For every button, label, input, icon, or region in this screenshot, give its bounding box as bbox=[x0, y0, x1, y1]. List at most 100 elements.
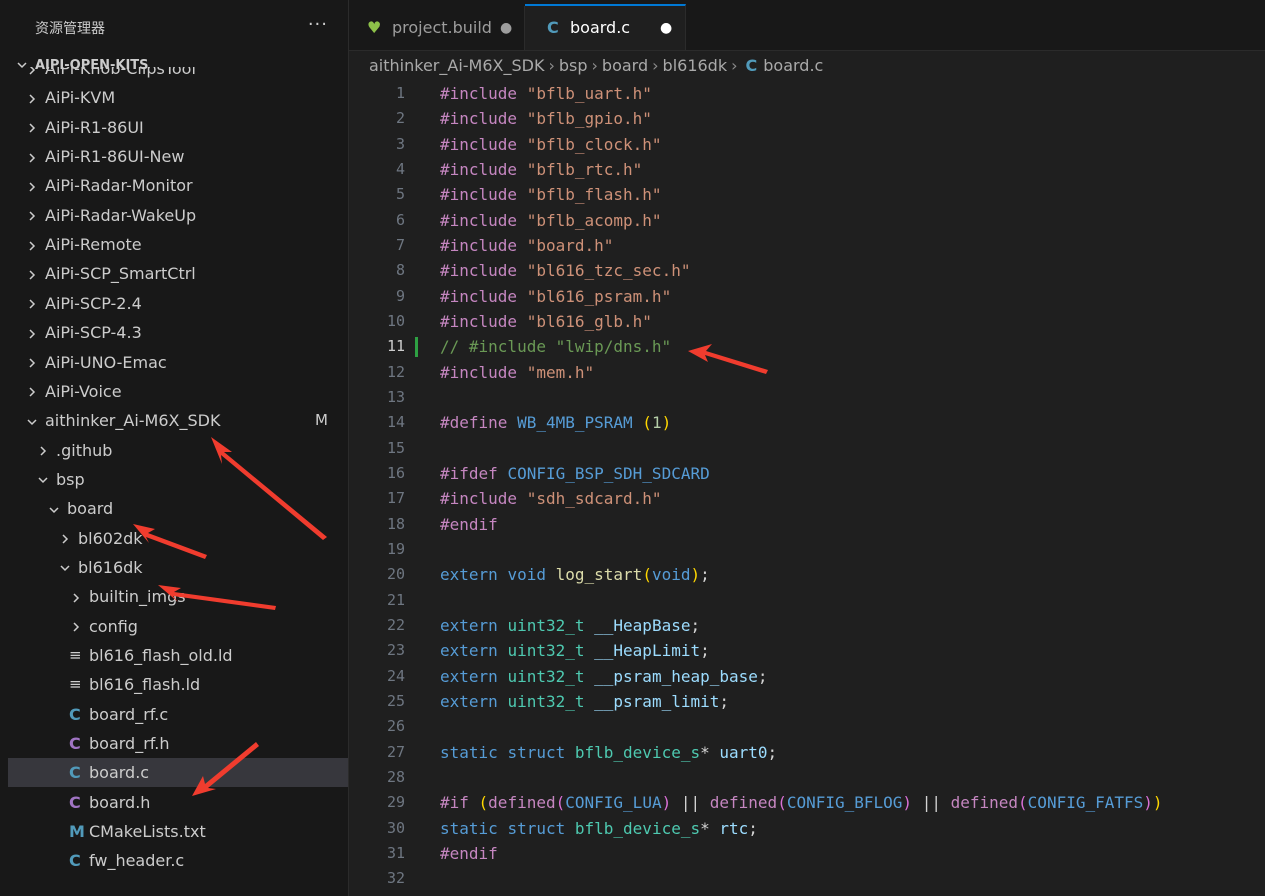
tree-item[interactable]: AiPi-UNO-Emac bbox=[8, 348, 348, 377]
breadcrumb-item[interactable]: bl616dk bbox=[663, 51, 728, 81]
breadcrumb-item[interactable]: bsp bbox=[559, 51, 588, 81]
code-line[interactable]: 21 bbox=[349, 588, 1265, 613]
chevron-right-icon[interactable] bbox=[26, 67, 38, 83]
tree-item[interactable]: AiPi-R1-86UI-New bbox=[8, 142, 348, 171]
code-line[interactable]: 1 #include "bflb_uart.h" bbox=[349, 81, 1265, 106]
chevron-down-icon[interactable] bbox=[26, 406, 38, 435]
tree-item[interactable]: AiPi-KVM bbox=[8, 83, 348, 112]
tree-item[interactable]: Cboard.c bbox=[8, 758, 348, 788]
tree-item[interactable]: bl616dk bbox=[8, 553, 348, 582]
tree-item[interactable]: AiPi-Voice bbox=[8, 377, 348, 406]
tree-item[interactable]: Cboard_rf.c bbox=[8, 700, 348, 729]
code-line[interactable]: 32 bbox=[349, 866, 1265, 891]
tree-item[interactable]: board bbox=[8, 494, 348, 523]
unsaved-dot-icon[interactable]: ● bbox=[500, 6, 512, 50]
chevron-right-icon[interactable] bbox=[26, 318, 38, 347]
tree-item-label: AiPi-KVM bbox=[45, 88, 116, 108]
code-line[interactable]: 29 #if (defined(CONFIG_LUA) || defined(CO… bbox=[349, 790, 1265, 815]
code-line[interactable]: 16 #ifdef CONFIG_BSP_SDH_SDCARD bbox=[349, 461, 1265, 486]
code-line[interactable]: 20 extern void log_start(void); bbox=[349, 562, 1265, 587]
chevron-right-icon[interactable] bbox=[26, 289, 38, 318]
chevron-right-icon[interactable] bbox=[59, 524, 71, 553]
code-line[interactable]: 26 bbox=[349, 714, 1265, 739]
chevron-down-icon[interactable] bbox=[59, 553, 71, 582]
line-number: 5 bbox=[395, 185, 405, 204]
code-line[interactable]: 4 #include "bflb_rtc.h" bbox=[349, 157, 1265, 182]
code-line[interactable]: 2 #include "bflb_gpio.h" bbox=[349, 106, 1265, 131]
tree-item[interactable]: .github bbox=[8, 436, 348, 465]
tree-item[interactable]: AiPi-R1-86UI bbox=[8, 113, 348, 142]
code-line[interactable]: 22 extern uint32_t __HeapBase; bbox=[349, 613, 1265, 638]
chevron-right-icon[interactable] bbox=[26, 201, 38, 230]
chevron-right-icon[interactable] bbox=[26, 171, 38, 200]
code-token: #endif bbox=[440, 514, 498, 534]
tree-item[interactable]: M CMakeLists.txt bbox=[8, 817, 348, 846]
chevron-right-icon[interactable] bbox=[26, 230, 38, 259]
tree-item[interactable]: aithinker_Ai-M6X_SDK M bbox=[8, 406, 348, 435]
chevron-right-icon[interactable] bbox=[26, 259, 38, 288]
code-line[interactable]: 5 #include "bflb_flash.h" bbox=[349, 182, 1265, 207]
tree-item[interactable]: builtin_imgs bbox=[8, 582, 348, 611]
code-line[interactable]: 13 bbox=[349, 385, 1265, 410]
chevron-right-icon[interactable] bbox=[26, 83, 38, 112]
code-line[interactable]: 30 static struct bflb_device_s* rtc; bbox=[349, 816, 1265, 841]
code-text: // #include "lwip/dns.h" bbox=[440, 334, 671, 359]
code-line[interactable]: 12 #include "mem.h" bbox=[349, 360, 1265, 385]
code-line[interactable]: 14 #define WB_4MB_PSRAM (1) bbox=[349, 410, 1265, 435]
code-line[interactable]: 18 #endif bbox=[349, 512, 1265, 537]
code-token: defined bbox=[950, 793, 1019, 813]
line-number: 7 bbox=[395, 235, 405, 254]
code-token: static bbox=[440, 818, 508, 838]
tree-item[interactable]: bl602dk bbox=[8, 524, 348, 553]
code-line[interactable]: 28 bbox=[349, 765, 1265, 790]
chevron-right-icon[interactable] bbox=[70, 582, 82, 611]
code-line[interactable]: 6 #include "bflb_acomp.h" bbox=[349, 208, 1265, 233]
code-line[interactable]: 27 static struct bflb_device_s* uart0; bbox=[349, 740, 1265, 765]
chevron-right-icon[interactable] bbox=[26, 377, 38, 406]
tree-item[interactable]: AiPi-Knob-ClipsTool bbox=[8, 67, 348, 83]
tree-item[interactable]: bsp bbox=[8, 465, 348, 494]
tree-item[interactable]: AiPi-Radar-WakeUp bbox=[8, 201, 348, 230]
chevron-right-icon[interactable] bbox=[26, 142, 38, 171]
code-line[interactable]: 9 #include "bl616_psram.h" bbox=[349, 284, 1265, 309]
chevron-right-icon[interactable] bbox=[26, 348, 38, 377]
more-actions-icon[interactable]: ··· bbox=[308, 14, 328, 35]
tree-item[interactable]: Cboard_rf.h bbox=[8, 729, 348, 758]
code-token: #include bbox=[440, 362, 527, 382]
code-line[interactable]: 8 #include "bl616_tzc_sec.h" bbox=[349, 258, 1265, 283]
code-line[interactable]: 10 #include "bl616_glb.h" bbox=[349, 309, 1265, 334]
code-line[interactable]: 24 extern uint32_t __psram_heap_base; bbox=[349, 664, 1265, 689]
tree-item[interactable]: Cfw_header.c bbox=[8, 846, 348, 875]
cmake-file-icon: M bbox=[69, 822, 85, 842]
line-number: 27 bbox=[386, 742, 405, 761]
code-line[interactable]: 3 #include "bflb_clock.h" bbox=[349, 132, 1265, 157]
tree-item[interactable]: ≡ bl616_flash.ld bbox=[8, 670, 348, 699]
breadcrumb-item[interactable]: aithinker_Ai-M6X_SDK bbox=[369, 51, 544, 81]
tree-item[interactable]: AiPi-Radar-Monitor bbox=[8, 171, 348, 200]
code-line[interactable]: 31 #endif bbox=[349, 841, 1265, 866]
code-line[interactable]: 7 #include "board.h" bbox=[349, 233, 1265, 258]
tree-item[interactable]: AiPi-SCP-4.3 bbox=[8, 318, 348, 347]
unsaved-dot-icon[interactable]: ● bbox=[660, 6, 672, 50]
code-line[interactable]: 17 #include "sdh_sdcard.h" bbox=[349, 486, 1265, 511]
tree-item[interactable]: Cboard.h bbox=[8, 788, 348, 817]
breadcrumb-item[interactable]: board.c bbox=[763, 51, 823, 81]
tab-project-build[interactable]: ♥ project.build ● bbox=[349, 6, 525, 50]
chevron-right-icon[interactable] bbox=[26, 113, 38, 142]
code-line[interactable]: 23 extern uint32_t __HeapLimit; bbox=[349, 638, 1265, 663]
breadcrumb-item[interactable]: board bbox=[602, 51, 648, 81]
code-line[interactable]: 25 extern uint32_t __psram_limit; bbox=[349, 689, 1265, 714]
chevron-right-icon[interactable] bbox=[70, 612, 82, 641]
chevron-right-icon[interactable] bbox=[37, 436, 49, 465]
code-line[interactable]: 15 bbox=[349, 436, 1265, 461]
code-line[interactable]: 19 bbox=[349, 537, 1265, 562]
code-line[interactable]: 11 // #include "lwip/dns.h" bbox=[349, 334, 1265, 359]
tree-item[interactable]: AiPi-SCP-2.4 bbox=[8, 289, 348, 318]
tree-item[interactable]: AiPi-SCP_SmartCtrl bbox=[8, 259, 348, 288]
chevron-down-icon[interactable] bbox=[37, 465, 49, 494]
tree-item[interactable]: ≡ bl616_flash_old.ld bbox=[8, 641, 348, 670]
chevron-down-icon[interactable] bbox=[48, 494, 60, 523]
tree-item[interactable]: AiPi-Remote bbox=[8, 230, 348, 259]
tree-item[interactable]: config bbox=[8, 612, 348, 641]
tab-board-c[interactable]: C board.c ● bbox=[525, 4, 686, 50]
